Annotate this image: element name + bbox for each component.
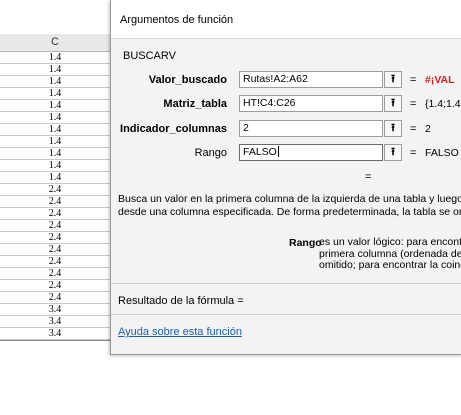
valor-buscado-input[interactable]: Rutas!A2:A62 [239,71,383,88]
help-link[interactable]: Ayuda sobre esta función [118,326,242,338]
matriz-tabla-input[interactable]: HT!C4:C26 [239,95,383,112]
rango-input-value: FALSO [243,146,277,158]
divider [111,283,461,284]
description-line: desde una columna especificada. De forma… [118,206,461,218]
cell-c[interactable]: 1.4 [0,160,111,172]
cell-c[interactable]: 2.4 [0,232,111,244]
equals-sign: = [410,123,417,135]
equals-sign: = [410,98,417,110]
gridline [0,340,110,341]
arg-label-valor-buscado: Valor_buscado [148,74,227,86]
arg-label-rango: Rango [194,147,227,159]
collapse-dialog-button[interactable]: ⭱ [384,144,402,161]
cell-c[interactable]: 2.4 [0,244,111,256]
cell-c[interactable]: 2.4 [0,280,111,292]
arg-label-indicador-columnas: Indicador_columnas [120,123,227,135]
equals-sign: = [410,147,417,159]
equals-sign: = [410,74,417,86]
cell-c[interactable]: 3.4 [0,316,111,328]
dialog-titlebar[interactable]: Argumentos de función [111,0,461,39]
arg-help-text: es un valor lógico: para encontrar l pri… [319,237,461,272]
column-header-c[interactable]: C [0,34,111,52]
arg-help-line: es un valor lógico: para encontrar l [319,237,461,248]
cell-c[interactable]: 1.4 [0,112,111,124]
cell-c[interactable]: 1.4 [0,172,111,184]
arg-result-indicador-columnas: 2 [425,123,431,135]
arg-result-rango: FALSO [425,147,459,159]
cell-c[interactable]: 2.4 [0,184,111,196]
formula-result-label: Resultado de la fórmula = [118,295,244,307]
arg-label-matriz-tabla: Matriz_tabla [163,98,227,110]
cell-c[interactable]: 1.4 [0,52,111,64]
rango-input[interactable]: FALSO [239,144,383,161]
cell-c[interactable]: 2.4 [0,256,111,268]
collapse-arrow-icon: ⭱ [391,97,395,109]
cell-c[interactable]: 2.4 [0,208,111,220]
divider [111,314,461,315]
cell-c[interactable]: 1.4 [0,100,111,112]
cell-c[interactable]: 1.4 [0,124,111,136]
cell-c[interactable]: 2.4 [0,292,111,304]
collapse-dialog-button[interactable]: ⭱ [384,71,402,88]
description-line: Busca un valor en la primera columna de … [118,193,461,205]
collapse-dialog-button[interactable]: ⭱ [384,120,402,137]
text-caret [277,146,279,157]
function-result-equals: = [365,171,372,183]
indicador-columnas-input[interactable]: 2 [239,120,383,137]
cell-c[interactable]: 1.4 [0,64,111,76]
collapse-arrow-icon: ⭱ [391,122,395,134]
function-description: Busca un valor en la primera columna de … [118,193,461,223]
cell-c[interactable]: 3.4 [0,328,111,340]
function-name: BUSCARV [123,50,176,62]
function-arguments-dialog: Argumentos de función BUSCARV Valor_busc… [110,0,461,355]
cell-c[interactable]: 3.4 [0,304,111,316]
collapse-dialog-button[interactable]: ⭱ [384,95,402,112]
cell-c[interactable]: 1.4 [0,76,111,88]
cell-c[interactable]: 2.4 [0,220,111,232]
cell-c[interactable]: 1.4 [0,136,111,148]
cell-c[interactable]: 2.4 [0,196,111,208]
arg-result-valor-buscado: #¡VAL [425,74,455,86]
cell-c[interactable]: 1.4 [0,148,111,160]
cell-c[interactable]: 1.4 [0,88,111,100]
dialog-title: Argumentos de función [120,14,234,26]
arg-help-name: Rango [289,237,322,249]
collapse-arrow-icon: ⭱ [391,146,395,158]
arg-help-line: omitido; para encontrar la coincide [319,259,461,271]
cell-c[interactable]: 2.4 [0,268,111,280]
arg-result-matriz-tabla: {1.4;1.4 [425,98,461,110]
collapse-arrow-icon: ⭱ [391,73,395,85]
